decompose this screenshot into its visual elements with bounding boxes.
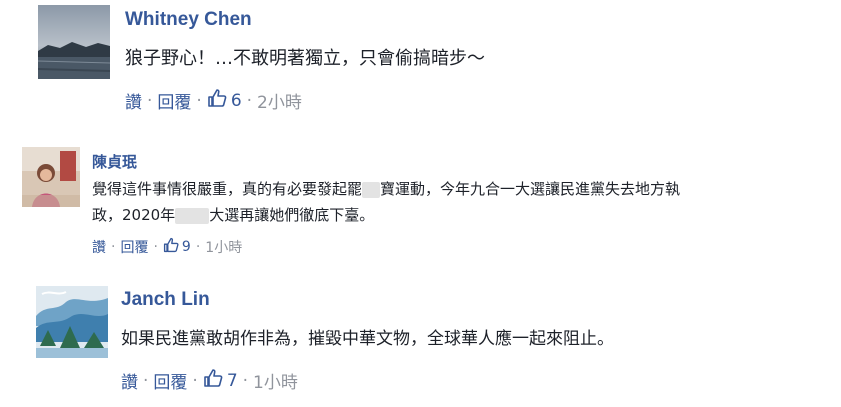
comment-actions: 讚 · 回覆 · 7 · 1小時 [121, 368, 298, 393]
comment-text-line-2: 政，2020年 大選再讓她們徹底下臺。 [92, 204, 374, 225]
comment-actions: 讚 · 回覆 · 6 · 2小時 [125, 88, 302, 113]
like-count[interactable]: 6 [231, 91, 242, 111]
comment-actions: 讚 · 回覆 · 9 · 1小時 [92, 237, 242, 257]
separator-dot: · [246, 90, 253, 111]
separator-dot: · [111, 239, 116, 255]
comment-timestamp[interactable]: 1小時 [253, 368, 298, 393]
like-link[interactable]: 讚 [121, 368, 138, 393]
comment-text: 如果民進黨敢胡作非為，摧毀中華文物，全球華人應一起來阻止。 [121, 329, 614, 349]
reply-link[interactable]: 回覆 [153, 368, 187, 393]
separator-dot: · [143, 370, 149, 391]
comment-author[interactable]: Whitney Chen [125, 9, 252, 31]
comment-text: 狼子野心！…不敢明著獨立，只會偷搞暗步～ [125, 48, 485, 69]
like-link[interactable]: 讚 [92, 237, 106, 257]
redacted-blur [175, 207, 210, 224]
painting-avatar-image [36, 286, 108, 358]
comment-text-line-1: 覺得這件事情很嚴重，真的有必要發起罷 寶運動，今年九合一大選讓民進黨失去地方執 [92, 178, 680, 199]
separator-dot: · [147, 90, 153, 111]
comment-text-part: 大選再讓她們徹底下臺。 [209, 206, 375, 224]
separator-dot: · [195, 239, 201, 255]
comment-text-part: 覺得這件事情很嚴重，真的有必要發起罷 [92, 180, 363, 198]
thumbs-up-icon[interactable] [207, 88, 227, 113]
separator-dot: · [242, 370, 249, 391]
separator-dot: · [153, 239, 158, 255]
like-link[interactable]: 讚 [125, 88, 142, 113]
comment-timestamp[interactable]: 1小時 [205, 237, 242, 257]
thumbs-up-icon[interactable] [203, 368, 223, 393]
avatar[interactable] [22, 147, 80, 207]
thumbs-up-icon[interactable] [163, 237, 179, 257]
avatar[interactable] [38, 5, 110, 79]
avatar[interactable] [36, 286, 108, 358]
reply-link[interactable]: 回覆 [120, 237, 148, 257]
comment-item: Whitney Chen 狼子野心！…不敢明著獨立，只會偷搞暗步～ 讚 · 回覆… [0, 0, 841, 120]
landscape-avatar-image [38, 5, 110, 79]
portrait-avatar-image [22, 147, 80, 207]
like-count[interactable]: 7 [227, 371, 238, 391]
comment-text-part: 政，2020年 [92, 206, 176, 224]
comment-author[interactable]: 陳貞珉 [92, 151, 137, 172]
redacted-blur [362, 181, 381, 198]
separator-dot: · [196, 90, 202, 111]
like-count[interactable]: 9 [182, 239, 191, 255]
separator-dot: · [192, 370, 198, 391]
comment-item: Janch Lin 如果民進黨敢胡作非為，摧毀中華文物，全球華人應一起來阻止。 … [0, 280, 841, 407]
comment-text-part: 寶運動，今年九合一大選讓民進黨失去地方執 [380, 180, 681, 198]
reply-link[interactable]: 回覆 [157, 88, 191, 113]
comment-timestamp[interactable]: 2小時 [257, 88, 302, 113]
comment-item: 陳貞珉 覺得這件事情很嚴重，真的有必要發起罷 寶運動，今年九合一大選讓民進黨失去地… [0, 140, 841, 265]
comment-author[interactable]: Janch Lin [121, 289, 210, 311]
